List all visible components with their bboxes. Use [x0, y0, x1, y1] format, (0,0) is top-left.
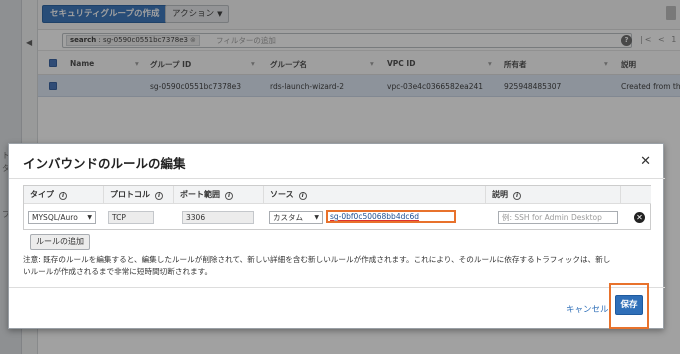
dialog-title: インバウンドのルールの編集: [23, 156, 186, 171]
description-input[interactable]: 例: SSH for Admin Desktop: [498, 211, 618, 224]
protocol-field: TCP: [108, 211, 154, 224]
divider: [9, 178, 665, 179]
edit-inbound-rules-dialog: インバウンドのルールの編集 ✕ タイプ i プロトコル i ポート範囲 i ソース i …: [8, 143, 665, 329]
col-source-label: ソース: [270, 190, 294, 199]
chevron-down-icon: ▼: [87, 214, 92, 221]
divider: [9, 287, 665, 288]
add-rule-button[interactable]: ルールの追加: [30, 234, 90, 250]
info-icon[interactable]: i: [155, 192, 163, 200]
close-icon[interactable]: ✕: [640, 154, 651, 169]
rules-table: タイプ i プロトコル i ポート範囲 i ソース i 説明 i MYSQL/Auro ▼ …: [23, 185, 651, 230]
type-value: MYSQL/Auro: [32, 213, 78, 222]
type-select[interactable]: MYSQL/Auro ▼: [28, 211, 96, 224]
info-icon[interactable]: i: [298, 192, 307, 200]
source-mode-value: カスタム: [273, 213, 303, 222]
delete-rule-icon[interactable]: ✕: [634, 212, 645, 223]
col-protocol-label: プロトコル: [110, 190, 150, 199]
col-actions: [621, 186, 651, 204]
info-icon[interactable]: i: [225, 192, 233, 200]
col-protocol: プロトコル i: [104, 186, 174, 204]
col-description-label: 説明: [492, 190, 508, 199]
source-input[interactable]: sg-0bf0c50068bb4dc6d: [326, 210, 456, 223]
cancel-button[interactable]: キャンセル: [566, 303, 609, 315]
info-icon[interactable]: i: [513, 192, 521, 200]
chevron-down-icon: ▼: [314, 214, 319, 221]
col-type: タイプ i: [24, 186, 104, 204]
col-source: ソース i: [264, 186, 486, 204]
col-description: 説明 i: [486, 186, 621, 204]
col-port-label: ポート範囲: [180, 190, 220, 199]
info-icon[interactable]: i: [59, 192, 67, 200]
edit-warning-note: 注意: 既存のルールを編集すると、編集したルールが削除されて、新しい詳細を含む新…: [23, 255, 611, 276]
port-range-field: 3306: [182, 211, 254, 224]
col-port-range: ポート範囲 i: [174, 186, 264, 204]
save-button[interactable]: 保存: [615, 295, 643, 315]
source-mode-select[interactable]: カスタム ▼: [269, 211, 323, 224]
col-type-label: タイプ: [30, 190, 54, 199]
